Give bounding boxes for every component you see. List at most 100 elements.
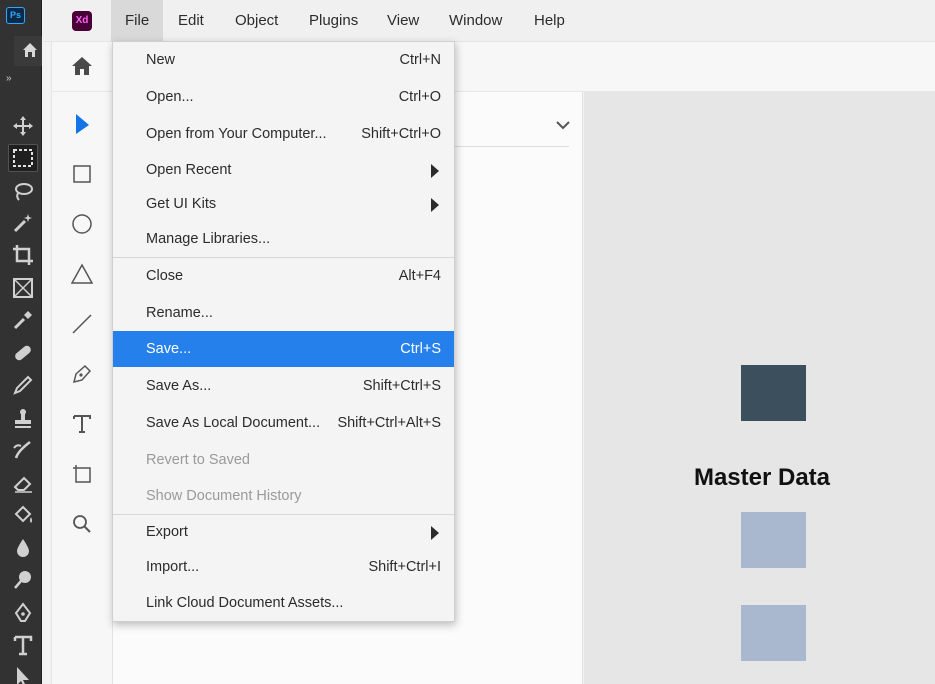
menu-item-shortcut: Shift+Ctrl+I — [368, 559, 441, 575]
crop-tool[interactable] — [8, 241, 38, 269]
marquee-tool[interactable] — [8, 144, 38, 172]
menu-window[interactable]: Window — [435, 0, 516, 42]
clone-stamp-tool[interactable] — [8, 404, 38, 432]
design-canvas[interactable]: Master Data — [584, 92, 935, 684]
blur-tool[interactable] — [8, 534, 38, 562]
menu-item-label: Open... — [146, 89, 194, 105]
menu-item-label: Import... — [146, 559, 200, 575]
home-icon — [72, 57, 92, 75]
type-icon — [13, 635, 33, 656]
menu-item-shortcut: Ctrl+O — [398, 89, 441, 105]
menu-view[interactable]: View — [373, 0, 433, 42]
menu-item-rename[interactable]: Rename... — [113, 295, 454, 331]
pen-tool[interactable] — [68, 360, 96, 388]
menu-item-close[interactable]: Close Alt+F4 — [113, 258, 454, 294]
paint-bucket-icon — [14, 505, 32, 523]
text-icon — [73, 415, 91, 433]
photoshop-home-button[interactable] — [14, 36, 42, 66]
zoom-tool[interactable] — [68, 510, 96, 538]
submenu-arrow-icon — [431, 198, 439, 212]
menu-item-label: Revert to Saved — [146, 452, 250, 468]
eraser-tool[interactable] — [8, 469, 38, 497]
xd-logo: Xd — [72, 11, 92, 31]
menu-object[interactable]: Object — [221, 0, 292, 42]
history-brush-tool[interactable] — [8, 436, 38, 464]
type-tool[interactable] — [8, 631, 38, 659]
artboard-tool[interactable] — [68, 460, 96, 488]
menu-item-save-as[interactable]: Save As... Shift+Ctrl+S — [113, 368, 454, 404]
menu-item-open-recent[interactable]: Open Recent — [113, 152, 454, 188]
menu-item-get-ui-kits[interactable]: Get UI Kits — [113, 186, 454, 222]
move-icon — [13, 116, 33, 136]
menu-item-new[interactable]: New Ctrl+N — [113, 42, 454, 78]
move-tool[interactable] — [8, 112, 38, 140]
menu-item-label: Rename... — [146, 305, 213, 321]
color-swatch-light[interactable] — [741, 605, 806, 661]
path-selection-icon — [17, 667, 29, 684]
collapse-panel-icon[interactable]: » — [6, 74, 11, 84]
canvas-title[interactable]: Master Data — [676, 464, 848, 492]
rectangle-tool[interactable] — [68, 160, 96, 188]
home-icon — [23, 43, 37, 57]
menu-plugins[interactable]: Plugins — [295, 0, 372, 42]
healing-brush-icon — [15, 345, 31, 361]
select-tool[interactable] — [68, 110, 96, 138]
menu-item-shortcut: Shift+Ctrl+S — [362, 378, 441, 394]
menu-item-shortcut: Alt+F4 — [398, 268, 441, 284]
blur-icon — [17, 539, 29, 557]
lasso-tool[interactable] — [8, 177, 38, 205]
menu-item-shortcut: Shift+Ctrl+Alt+S — [337, 415, 441, 431]
menu-edit[interactable]: Edit — [164, 0, 218, 42]
ellipse-tool[interactable] — [68, 210, 96, 238]
photoshop-logo: Ps — [6, 7, 25, 24]
brush-icon — [13, 375, 33, 395]
triangle-icon — [71, 263, 93, 284]
menu-item-save[interactable]: Save... Ctrl+S — [113, 331, 454, 367]
menu-item-label: Open Recent — [146, 162, 232, 178]
xd-home-button[interactable] — [52, 42, 114, 92]
menu-item-manage-libraries[interactable]: Manage Libraries... — [113, 221, 454, 257]
menu-bar: Xd File Edit Object Plugins View Window … — [43, 0, 935, 42]
menu-item-label: New — [146, 52, 176, 68]
zoom-icon — [73, 515, 91, 533]
menu-item-import[interactable]: Import... Shift+Ctrl+I — [113, 549, 454, 585]
menu-item-label: Get UI Kits — [146, 196, 217, 212]
menu-item-export[interactable]: Export — [113, 514, 454, 550]
history-brush-icon — [13, 441, 31, 459]
frame-icon — [13, 278, 33, 298]
menu-item-label: Open from Your Computer... — [146, 126, 327, 142]
triangle-tool[interactable] — [68, 260, 96, 288]
dodge-tool[interactable] — [8, 566, 38, 594]
file-menu-dropdown: New Ctrl+N Open... Ctrl+O Open from Your… — [112, 41, 455, 622]
pen-tool[interactable] — [8, 599, 38, 627]
magic-wand-tool[interactable] — [8, 209, 38, 237]
menu-item-shortcut: Ctrl+N — [399, 52, 442, 68]
menu-item-open[interactable]: Open... Ctrl+O — [113, 79, 454, 115]
eyedropper-tool[interactable] — [8, 306, 38, 334]
brush-tool[interactable] — [8, 371, 38, 399]
path-selection-tool[interactable] — [8, 662, 38, 684]
menu-item-open-from-computer[interactable]: Open from Your Computer... Shift+Ctrl+O — [113, 116, 454, 152]
submenu-arrow-icon — [431, 164, 439, 178]
line-icon — [72, 314, 92, 334]
line-tool[interactable] — [68, 310, 96, 338]
menu-help[interactable]: Help — [520, 0, 579, 42]
menu-item-label: Save... — [146, 341, 192, 357]
chevron-down-icon[interactable] — [554, 118, 572, 132]
menu-item-save-as-local[interactable]: Save As Local Document... Shift+Ctrl+Alt… — [113, 405, 454, 441]
healing-brush-tool[interactable] — [8, 339, 38, 367]
menu-item-shortcut: Ctrl+S — [400, 341, 441, 357]
menu-item-label: Manage Libraries... — [146, 231, 271, 247]
color-swatch-dark[interactable] — [741, 365, 806, 421]
submenu-arrow-icon — [431, 526, 439, 540]
menu-item-revert-to-saved: Revert to Saved — [113, 442, 454, 478]
lasso-icon — [15, 183, 33, 201]
menu-item-show-document-history: Show Document History — [113, 478, 454, 514]
menu-item-link-cloud-assets[interactable]: Link Cloud Document Assets... — [113, 585, 454, 621]
color-swatch-light[interactable] — [741, 512, 806, 568]
text-tool[interactable] — [68, 410, 96, 438]
paint-bucket-tool[interactable] — [8, 501, 38, 529]
menu-file[interactable]: File — [111, 0, 164, 42]
frame-tool[interactable] — [8, 274, 38, 302]
pen-icon — [14, 602, 32, 622]
